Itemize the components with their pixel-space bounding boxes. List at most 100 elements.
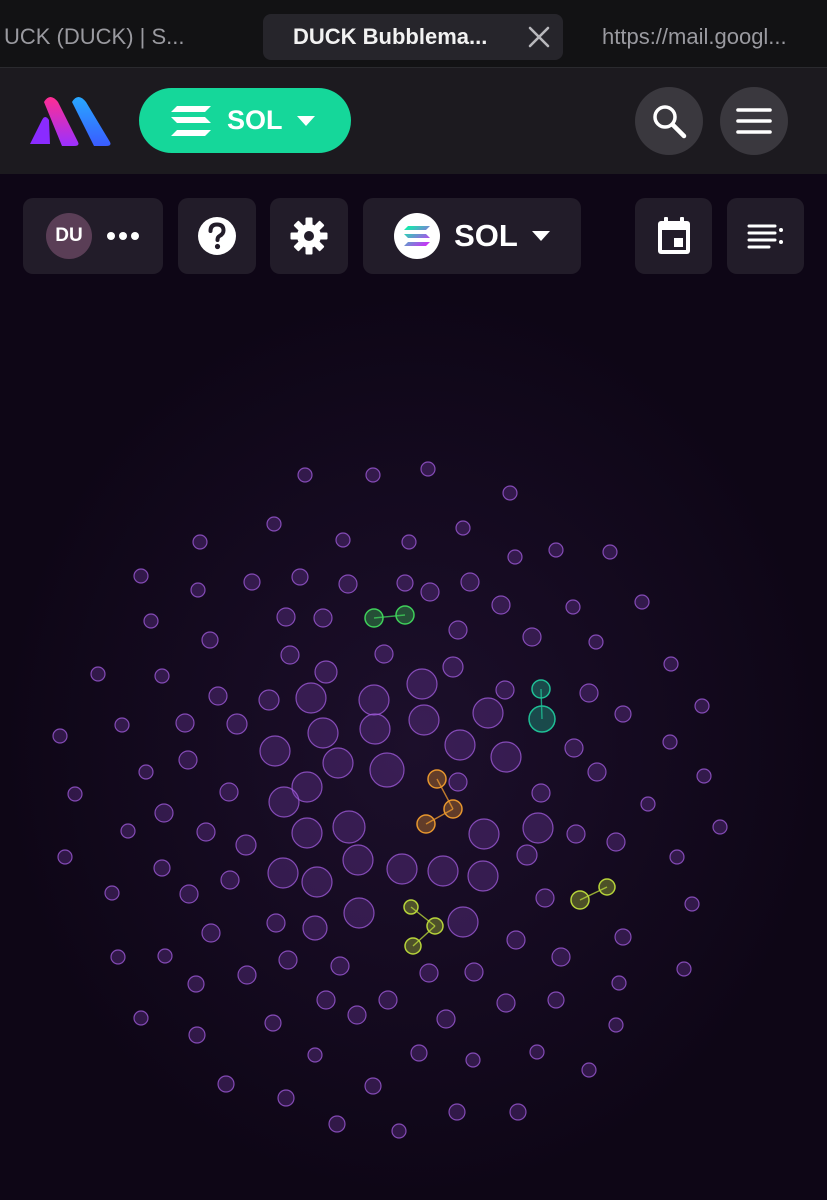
chain-selector-button[interactable]: SOL [139, 88, 351, 153]
cluster-bubble[interactable] [364, 608, 384, 628]
holder-bubble[interactable] [190, 582, 206, 598]
holder-bubble[interactable] [378, 990, 398, 1010]
holder-bubble[interactable] [374, 644, 394, 664]
holder-bubble[interactable] [502, 485, 518, 501]
cluster-bubble[interactable] [404, 937, 422, 955]
holder-bubble[interactable] [267, 857, 299, 889]
holder-bubble[interactable] [506, 930, 526, 950]
holder-bubble[interactable] [201, 923, 221, 943]
holder-bubble[interactable] [491, 595, 511, 615]
holder-bubble[interactable] [408, 704, 440, 736]
holder-bubble[interactable] [396, 574, 414, 592]
holder-bubble[interactable] [157, 948, 173, 964]
holder-bubble[interactable] [153, 859, 171, 877]
holder-bubble[interactable] [342, 844, 374, 876]
holder-bubble[interactable] [328, 1115, 346, 1133]
holder-bubble[interactable] [208, 686, 228, 706]
logo-icon[interactable] [28, 94, 114, 146]
holder-bubble[interactable] [138, 764, 154, 780]
holder-bubble[interactable] [535, 888, 555, 908]
holder-bubble[interactable] [420, 582, 440, 602]
holder-bubble[interactable] [316, 990, 336, 1010]
holder-bubble[interactable] [338, 574, 358, 594]
holder-bubble[interactable] [634, 594, 650, 610]
holder-bubble[interactable] [448, 772, 468, 792]
holder-bubble[interactable] [332, 810, 366, 844]
holder-bubble[interactable] [187, 975, 205, 993]
holder-bubble[interactable] [548, 542, 564, 558]
holder-bubble[interactable] [175, 713, 195, 733]
holder-bubble[interactable] [143, 613, 159, 629]
search-button[interactable] [635, 87, 703, 155]
holder-bubble[interactable] [277, 1089, 295, 1107]
holder-bubble[interactable] [444, 729, 476, 761]
holder-bubble[interactable] [369, 752, 405, 788]
holder-bubble[interactable] [219, 782, 239, 802]
holder-bubble[interactable] [335, 532, 351, 548]
holder-bubble[interactable] [579, 683, 599, 703]
holder-bubble[interactable] [509, 1103, 527, 1121]
holder-bubble[interactable] [614, 928, 632, 946]
holder-bubble[interactable] [468, 818, 500, 850]
holder-bubble[interactable] [419, 963, 439, 983]
holder-bubble[interactable] [490, 741, 522, 773]
holder-bubble[interactable] [201, 631, 219, 649]
holder-bubble[interactable] [365, 467, 381, 483]
holder-bubble[interactable] [401, 534, 417, 550]
holder-bubble[interactable] [314, 660, 338, 684]
holder-bubble[interactable] [676, 961, 692, 977]
holder-bubble[interactable] [188, 1026, 206, 1044]
holder-bubble[interactable] [442, 656, 464, 678]
holder-bubble[interactable] [307, 717, 339, 749]
holder-bubble[interactable] [343, 897, 375, 929]
holder-bubble[interactable] [531, 783, 551, 803]
holder-bubble[interactable] [307, 1047, 323, 1063]
holder-bubble[interactable] [516, 844, 538, 866]
cluster-bubble[interactable] [443, 799, 463, 819]
holder-bubble[interactable] [330, 956, 350, 976]
holder-bubble[interactable] [220, 870, 240, 890]
holder-bubble[interactable] [359, 713, 391, 745]
holder-bubble[interactable] [301, 866, 333, 898]
holder-bubble[interactable] [587, 762, 607, 782]
holder-bubble[interactable] [465, 1052, 481, 1068]
holder-bubble[interactable] [565, 599, 581, 615]
holder-bubble[interactable] [237, 965, 257, 985]
holder-bubble[interactable] [322, 747, 354, 779]
menu-button[interactable] [720, 87, 788, 155]
holder-bubble[interactable] [347, 1005, 367, 1025]
holder-bubble[interactable] [178, 750, 198, 770]
list-view-button[interactable] [727, 198, 804, 274]
holder-bubble[interactable] [258, 689, 280, 711]
holder-bubble[interactable] [302, 915, 328, 941]
holder-bubble[interactable] [179, 884, 199, 904]
holder-bubble[interactable] [611, 975, 627, 991]
holder-bubble[interactable] [460, 572, 480, 592]
holder-bubble[interactable] [566, 824, 586, 844]
holder-bubble[interactable] [602, 544, 618, 560]
cluster-bubble[interactable] [395, 605, 415, 625]
holder-bubble[interactable] [712, 819, 728, 835]
chain-dropdown[interactable]: SOL [363, 198, 581, 274]
holder-bubble[interactable] [52, 728, 68, 744]
holder-bubble[interactable] [694, 698, 710, 714]
holder-bubble[interactable] [196, 822, 216, 842]
holder-bubble[interactable] [551, 947, 571, 967]
cluster-bubble[interactable] [427, 769, 447, 789]
holder-bubble[interactable] [154, 668, 170, 684]
browser-tab[interactable]: https://mail.googl... [602, 14, 827, 60]
holder-bubble[interactable] [133, 568, 149, 584]
cluster-bubble[interactable] [403, 899, 419, 915]
holder-bubble[interactable] [522, 627, 542, 647]
holder-bubble[interactable] [522, 812, 554, 844]
holder-bubble[interactable] [313, 608, 333, 628]
holder-bubble[interactable] [264, 1014, 282, 1032]
holder-bubble[interactable] [696, 768, 712, 784]
cluster-bubble[interactable] [528, 705, 556, 733]
holder-bubble[interactable] [67, 786, 83, 802]
holder-bubble[interactable] [467, 860, 499, 892]
holder-bubble[interactable] [420, 461, 436, 477]
holder-bubble[interactable] [226, 713, 248, 735]
holder-bubble[interactable] [547, 991, 565, 1009]
holder-bubble[interactable] [608, 1017, 624, 1033]
